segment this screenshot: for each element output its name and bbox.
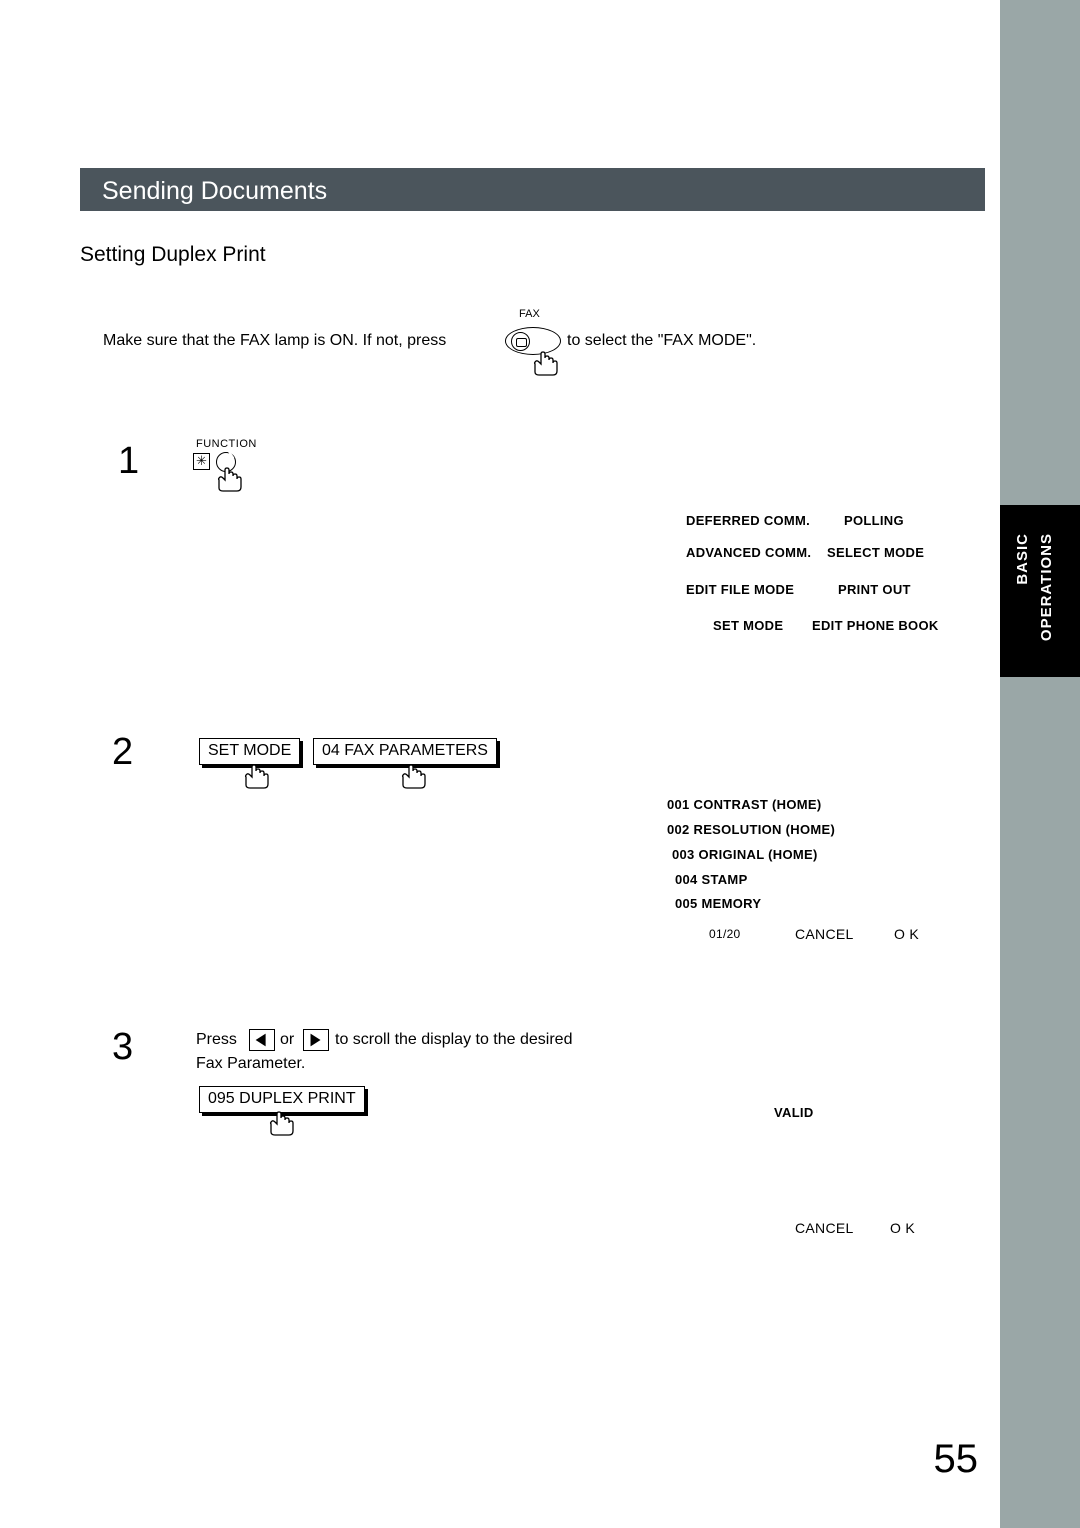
pointing-hand-icon — [216, 466, 246, 492]
step-3-text-b: to scroll the display to the desired — [335, 1031, 573, 1048]
lcd1-row2-col1: PRINT OUT — [838, 582, 911, 597]
side-tab-line2: OPERATIONS — [1038, 533, 1055, 642]
lcd2-item-2: 003 ORIGINAL (HOME) — [672, 847, 818, 862]
asterisk-key-icon: ✳ — [193, 453, 210, 470]
lcd2-cancel-button[interactable]: CANCEL — [795, 926, 854, 942]
key-04-fax-parameters[interactable]: 04 FAX PARAMETERS — [313, 738, 497, 765]
lcd1-row2-col0: EDIT FILE MODE — [686, 582, 795, 597]
step-3-text-a: Press — [196, 1031, 237, 1048]
pointing-hand-icon — [400, 763, 430, 789]
lcd3-cancel-button[interactable]: CANCEL — [795, 1220, 854, 1236]
right-arrow-key[interactable] — [303, 1029, 329, 1051]
step-3-text-or: or — [280, 1031, 295, 1048]
step-3-text-line2: Fax Parameter. — [196, 1055, 306, 1072]
function-key-label: FUNCTION — [196, 438, 257, 450]
lcd2-item-0: 001 CONTRAST (HOME) — [667, 797, 822, 812]
lcd2-item-3: 004 STAMP — [675, 872, 748, 887]
left-arrow-key[interactable] — [249, 1029, 275, 1051]
lcd1-row1-col0: ADVANCED COMM. — [686, 545, 812, 560]
lcd3-valid-value: VALID — [774, 1105, 814, 1120]
step-3-number: 3 — [112, 1026, 134, 1068]
lcd1-row0-col0: DEFERRED COMM. — [686, 513, 811, 528]
intro-text-part2: to select the "FAX MODE". — [567, 332, 757, 349]
fax-key-label: FAX — [519, 308, 540, 320]
lcd3-ok-button[interactable]: O K — [890, 1220, 915, 1236]
intro-text-part1: Make sure that the FAX lamp is ON. If no… — [103, 332, 447, 349]
lcd1-row3-col0: SET MODE — [713, 618, 784, 633]
lcd1-row0-col1: POLLING — [844, 513, 904, 528]
lcd2-page-indicator: 01/20 — [709, 927, 741, 941]
right-margin-white-gap — [994, 0, 1000, 1528]
step-2-number: 2 — [112, 731, 134, 773]
lcd2-item-1: 002 RESOLUTION (HOME) — [667, 822, 836, 837]
page-title: Sending Documents — [102, 177, 328, 205]
right-margin-band — [1000, 0, 1080, 1528]
pointing-hand-icon — [532, 350, 562, 376]
section-title: Setting Duplex Print — [80, 243, 266, 266]
key-095-duplex-print[interactable]: 095 DUPLEX PRINT — [199, 1086, 365, 1113]
side-tab-basic-operations: BASIC OPERATIONS — [1000, 505, 1080, 677]
lcd1-row1-col1: SELECT MODE — [827, 545, 925, 560]
step-1-number: 1 — [118, 440, 140, 482]
lcd1-row3-col1: EDIT PHONE BOOK — [812, 618, 939, 633]
page-header-bar: Sending Documents — [80, 168, 985, 211]
lcd2-item-4: 005 MEMORY — [675, 896, 762, 911]
key-set-mode[interactable]: SET MODE — [199, 738, 301, 765]
side-tab-line1: BASIC — [1014, 533, 1031, 585]
fax-key-icon — [511, 332, 530, 351]
pointing-hand-icon — [268, 1110, 298, 1136]
pointing-hand-icon — [243, 763, 273, 789]
lcd2-ok-button[interactable]: O K — [894, 926, 919, 942]
page-number: 55 — [933, 1437, 979, 1481]
